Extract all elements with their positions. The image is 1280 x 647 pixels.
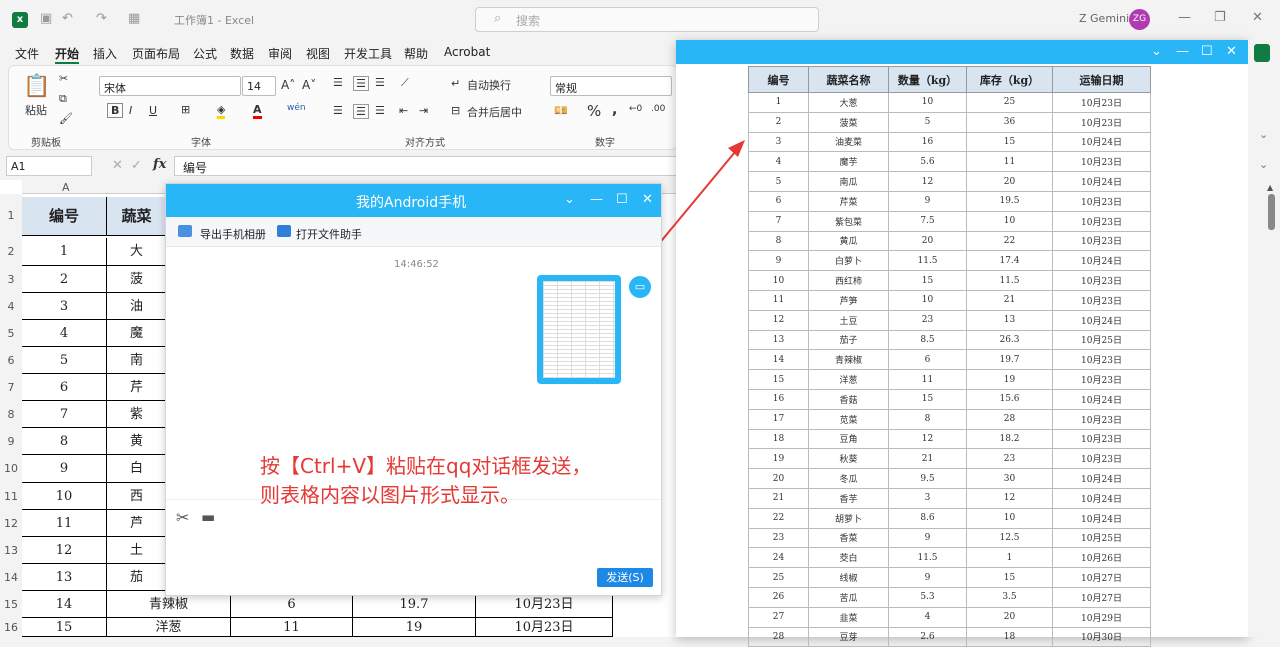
monitor-icon[interactable]: ▭ bbox=[627, 274, 653, 300]
send-button[interactable]: 发送(S) bbox=[597, 568, 653, 587]
chevron-down-icon[interactable]: ⌄ bbox=[564, 192, 575, 207]
arrow-head bbox=[728, 140, 745, 157]
folder-icon[interactable]: ▬ bbox=[201, 508, 215, 526]
annotation-line-1: 按【Ctrl+V】粘贴在qq对话框发送， bbox=[260, 454, 592, 478]
maximize-icon[interactable]: ☐ bbox=[616, 192, 628, 207]
qq-titlebar: 我的Android手机 ⌄ — ☐ ✕ bbox=[166, 184, 661, 217]
message-input-area[interactable]: ✂ ▬ bbox=[166, 499, 661, 595]
message-timestamp: 14:46:52 bbox=[394, 259, 439, 270]
export-album-button[interactable]: 导出手机相册 bbox=[200, 226, 266, 242]
folder-icon bbox=[277, 225, 291, 237]
close-icon[interactable]: ✕ bbox=[642, 192, 653, 207]
sent-image-thumbnail[interactable] bbox=[537, 275, 621, 384]
instruction-annotation: 按【Ctrl+V】粘贴在qq对话框发送， 则表格内容以图片形式显示。 bbox=[260, 452, 660, 510]
qq-chat-window: 我的Android手机 ⌄ — ☐ ✕ 导出手机相册 打开文件助手 14:46:… bbox=[165, 183, 662, 596]
qq-window-title: 我的Android手机 bbox=[356, 195, 467, 211]
open-file-assistant-button[interactable]: 打开文件助手 bbox=[296, 226, 362, 242]
scissors-icon[interactable]: ✂ bbox=[176, 508, 189, 527]
annotation-line-2: 则表格内容以图片形式显示。 bbox=[260, 483, 520, 507]
qq-toolbar: 导出手机相册 打开文件助手 bbox=[166, 217, 661, 247]
photo-export-icon bbox=[178, 225, 192, 237]
minimize-icon[interactable]: — bbox=[590, 192, 603, 207]
